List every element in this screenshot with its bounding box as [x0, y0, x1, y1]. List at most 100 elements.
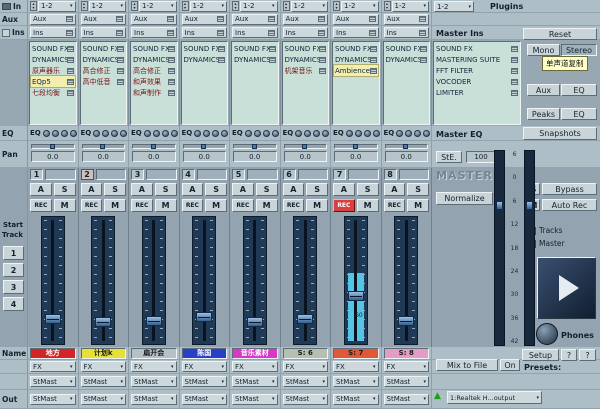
input-spinner[interactable]: ▴▾ [30, 1, 37, 11]
channel-inserts-select[interactable]: Ins [283, 27, 329, 38]
input-spinner[interactable]: ▴▾ [283, 1, 290, 11]
record-arm-button[interactable]: REC [384, 199, 406, 212]
bypass-button[interactable]: Bypass [542, 183, 597, 195]
solo-button[interactable]: S [407, 183, 429, 196]
fader-handle[interactable] [95, 317, 111, 327]
aux-view-button[interactable]: Aux [527, 84, 560, 96]
setup-button[interactable]: Setup [522, 349, 559, 361]
channel-output-select[interactable]: StMast▾ [30, 394, 76, 405]
fader-handle[interactable] [398, 316, 414, 326]
pan-handle[interactable] [201, 144, 206, 149]
eq-knob[interactable] [171, 130, 178, 137]
eq-knob[interactable] [120, 130, 127, 137]
record-arm-button[interactable]: REC [232, 199, 254, 212]
fx-slot[interactable]: DYNAMICS [385, 54, 429, 65]
fx-slot[interactable]: SOUND FX [82, 43, 126, 54]
channel-fx-select[interactable]: FX▾ [131, 361, 177, 372]
track-name[interactable]: S: 7 [333, 348, 379, 359]
input-spinner[interactable]: ▴▾ [81, 1, 88, 11]
solo-button[interactable]: S [205, 183, 227, 196]
pan-slider[interactable] [233, 144, 277, 149]
mute-button[interactable]: M [407, 199, 429, 212]
fader-track[interactable] [142, 216, 166, 345]
channel-output-select[interactable]: StMast▾ [131, 394, 177, 405]
fader-track[interactable] [243, 216, 267, 345]
fx-slot[interactable]: SOUND FX [132, 43, 176, 54]
mute-button[interactable]: M [256, 199, 278, 212]
record-arm-button[interactable]: REC [182, 199, 204, 212]
master-fader-left[interactable] [496, 201, 503, 210]
fx-slot[interactable]: 高合修正 [132, 65, 176, 76]
track-name[interactable]: 扁开会 [131, 348, 177, 359]
solo-button[interactable]: S [256, 183, 278, 196]
channel-aux-select[interactable]: Aux [182, 14, 228, 25]
start-track-button-2[interactable]: 2 [3, 263, 24, 277]
aux-routing-button[interactable]: A [131, 183, 153, 196]
mute-button[interactable]: M [54, 199, 76, 212]
start-track-button-3[interactable]: 3 [3, 280, 24, 294]
eq-view-button-2[interactable]: EQ [561, 108, 597, 120]
pan-slider[interactable] [183, 144, 227, 149]
fx-slot[interactable]: DYNAMICS [334, 54, 378, 65]
channel-input-select[interactable]: 1-2▾ [190, 1, 228, 12]
eq-knob[interactable] [61, 130, 68, 137]
start-track-button-4[interactable]: 4 [3, 297, 24, 311]
play-button[interactable] [537, 257, 596, 319]
channel-inserts-select[interactable]: Ins [182, 27, 228, 38]
eq-knob[interactable] [405, 130, 412, 137]
eq-knob[interactable] [373, 130, 380, 137]
channel-input-select[interactable]: 1-2▾ [240, 1, 278, 12]
fx-slot[interactable]: DYNAMICS [132, 54, 176, 65]
stereo-button[interactable]: Stereo [561, 44, 597, 56]
eq-knob[interactable] [221, 130, 228, 137]
channel-input-select[interactable]: 1-2▾ [392, 1, 430, 12]
fx-slot[interactable]: SOUND FX [233, 43, 277, 54]
channel-fx-select[interactable]: FX▾ [81, 361, 127, 372]
channel-inserts-select[interactable]: Ins [232, 27, 278, 38]
auto-rec-button[interactable]: Auto Rec [542, 199, 597, 211]
mute-button[interactable]: M [357, 199, 379, 212]
mute-button[interactable]: M [205, 199, 227, 212]
pan-handle[interactable] [252, 144, 257, 149]
eq-knob[interactable] [93, 130, 100, 137]
channel-inserts-select[interactable]: Ins [131, 27, 177, 38]
channel-fx-select[interactable]: FX▾ [232, 361, 278, 372]
fader-handle[interactable] [297, 314, 313, 324]
eq-knob[interactable] [364, 130, 371, 137]
master-fx-slot[interactable]: SOUND FX [435, 43, 519, 54]
master-output-device-select[interactable]: 1:Realtek H...output ▾ [447, 391, 542, 404]
fx-slot[interactable]: 和声制作 [132, 87, 176, 98]
fader-handle[interactable] [146, 316, 162, 326]
eq-knob[interactable] [52, 130, 59, 137]
master-fx-slot[interactable]: MASTERING SUITE [435, 54, 519, 65]
channel-input-select[interactable]: 1-2▾ [291, 1, 329, 12]
channel-send-select[interactable]: StMast▾ [232, 376, 278, 387]
mix-to-file-button[interactable]: Mix to File [436, 359, 498, 371]
master-fx-slot[interactable]: LIMITER [435, 87, 519, 98]
input-spinner[interactable]: ▴▾ [333, 1, 340, 11]
help-button-a[interactable]: ? [561, 349, 577, 361]
channel-fx-select[interactable]: FX▾ [30, 361, 76, 372]
channel-number[interactable]: 1 [30, 169, 43, 180]
fx-slot[interactable]: 高合修正 [82, 65, 126, 76]
channel-inserts-select[interactable]: Ins [81, 27, 127, 38]
channel-aux-select[interactable]: Aux [384, 14, 430, 25]
help-button-b[interactable]: ? [579, 349, 596, 361]
pan-slider[interactable] [132, 144, 176, 149]
fx-slot[interactable]: SOUND FX [31, 43, 75, 54]
channel-number[interactable]: 3 [131, 169, 144, 180]
channel-send-select[interactable]: StMast▾ [30, 376, 76, 387]
channel-aux-select[interactable]: Aux [232, 14, 278, 25]
eq-knob[interactable] [313, 130, 320, 137]
aux-routing-button[interactable]: A [283, 183, 305, 196]
track-name[interactable]: 地方 [30, 348, 76, 359]
channel-number[interactable]: 4 [182, 169, 195, 180]
pan-handle[interactable] [151, 144, 156, 149]
fx-slot[interactable]: 和声效果 [132, 76, 176, 87]
eq-knob[interactable] [295, 130, 302, 137]
eq-knob[interactable] [254, 130, 261, 137]
channel-send-select[interactable]: StMast▾ [333, 376, 379, 387]
channel-number[interactable]: 6 [283, 169, 296, 180]
snapshots-button[interactable]: Snapshots [523, 127, 597, 140]
solo-button[interactable]: S [357, 183, 379, 196]
